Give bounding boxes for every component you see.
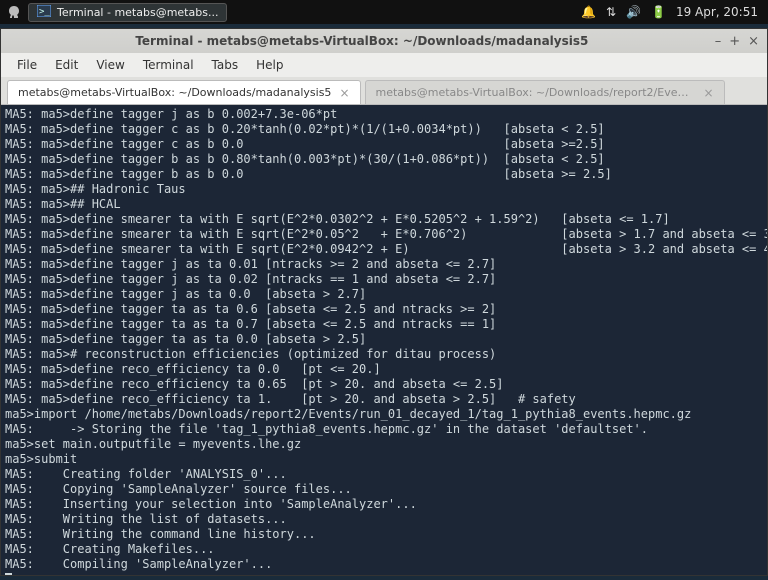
terminal-line: MA5: ma5>define tagger b as b 0.0 [abset…	[5, 167, 763, 182]
terminal-window: Terminal - metabs@metabs-VirtualBox: ~/D…	[0, 28, 768, 576]
tab-bar: metabs@metabs-VirtualBox: ~/Downloads/ma…	[1, 77, 767, 105]
window-title: Terminal - metabs@metabs-VirtualBox: ~/D…	[9, 34, 715, 48]
terminal-line: MA5: Inserting your selection into 'Samp…	[5, 497, 763, 512]
terminal-line: MA5: Copying 'SampleAnalyzer' source fil…	[5, 482, 763, 497]
tab-label: metabs@metabs-VirtualBox: ~/Downloads/ma…	[18, 86, 331, 99]
terminal-line: MA5: Creating Makefiles...	[5, 542, 763, 557]
terminal-line: MA5: ma5>## Hadronic Taus	[5, 182, 763, 197]
terminal-line: MA5: ma5>define tagger j as b 0.002+7.3e…	[5, 107, 763, 122]
tab-close-icon[interactable]: ×	[703, 86, 713, 100]
app-menu-icon[interactable]	[6, 4, 22, 20]
terminal-line: MA5: ma5>define tagger j as ta 0.0 [abse…	[5, 287, 763, 302]
terminal-line: MA5: ma5># reconstruction efficiencies (…	[5, 347, 763, 362]
window-maximize-button[interactable]: +	[729, 34, 740, 49]
terminal-icon: >_	[37, 5, 51, 20]
terminal-line: MA5: ma5>define reco_efficiency ta 0.0 […	[5, 362, 763, 377]
volume-icon[interactable]: 🔊	[626, 5, 641, 19]
terminal-line: MA5: ma5>define tagger c as b 0.0 [abset…	[5, 137, 763, 152]
battery-icon[interactable]: 🔋	[651, 5, 666, 19]
menu-view[interactable]: View	[88, 56, 132, 74]
terminal-line: ma5>submit	[5, 452, 763, 467]
terminal-line: MA5: Creating folder 'ANALYSIS_0'...	[5, 467, 763, 482]
terminal-line: MA5: ma5>define tagger ta as ta 0.7 [abs…	[5, 317, 763, 332]
terminal-line: MA5: ma5>define tagger ta as ta 0.6 [abs…	[5, 302, 763, 317]
menu-tabs[interactable]: Tabs	[204, 56, 247, 74]
window-minimize-button[interactable]: –	[715, 34, 722, 49]
terminal-line: MA5: ma5>define smearer ta with E sqrt(E…	[5, 227, 763, 242]
terminal-line: MA5: Compiling 'SampleAnalyzer'...	[5, 557, 763, 572]
tab-inactive[interactable]: metabs@metabs-VirtualBox: ~/Downloads/re…	[365, 80, 725, 104]
terminal-line: MA5: ma5>define smearer ta with E sqrt(E…	[5, 242, 763, 257]
terminal-line: MA5: ma5>## HCAL	[5, 197, 763, 212]
terminal-line: MA5: ma5>define reco_efficiency ta 1. [p…	[5, 392, 763, 407]
clock[interactable]: 19 Apr, 20:51	[676, 5, 758, 19]
bell-icon[interactable]: 🔔	[581, 5, 596, 19]
terminal-line: MA5: Writing the list of datasets...	[5, 512, 763, 527]
menu-bar: File Edit View Terminal Tabs Help	[1, 53, 767, 77]
network-icon[interactable]: ⇅	[606, 5, 616, 19]
taskbar-button-label: Terminal - metabs@metabs...	[57, 6, 218, 19]
terminal-line: MA5: ma5>define tagger b as b 0.80*tanh(…	[5, 152, 763, 167]
terminal-line: MA5: ma5>define smearer ta with E sqrt(E…	[5, 212, 763, 227]
terminal-cursor-line	[5, 572, 763, 575]
tab-close-icon[interactable]: ×	[339, 86, 349, 100]
svg-text:>_: >_	[39, 7, 50, 17]
menu-file[interactable]: File	[9, 56, 45, 74]
menu-terminal[interactable]: Terminal	[135, 56, 202, 74]
terminal-output[interactable]: MA5: ma5>define tagger j as b 0.002+7.3e…	[1, 105, 767, 575]
taskbar-button-terminal[interactable]: >_ Terminal - metabs@metabs...	[28, 3, 227, 22]
terminal-line: MA5: ma5>define tagger j as ta 0.01 [ntr…	[5, 257, 763, 272]
tab-label: metabs@metabs-VirtualBox: ~/Downloads/re…	[376, 86, 696, 99]
cursor	[5, 573, 12, 575]
terminal-line: MA5: ma5>define tagger c as b 0.20*tanh(…	[5, 122, 763, 137]
window-close-button[interactable]: ×	[748, 34, 759, 49]
terminal-line: MA5: ma5>define tagger ta as ta 0.0 [abs…	[5, 332, 763, 347]
terminal-line: MA5: Writing the command line history...	[5, 527, 763, 542]
terminal-line: ma5>set main.outputfile = myevents.lhe.g…	[5, 437, 763, 452]
desktop: >_ Terminal - metabs@metabs... 🔔 ⇅ 🔊 🔋 1…	[0, 0, 768, 580]
terminal-line: ma5>import /home/metabs/Downloads/report…	[5, 407, 763, 422]
menu-help[interactable]: Help	[248, 56, 291, 74]
terminal-line: MA5: ma5>define tagger j as ta 0.02 [ntr…	[5, 272, 763, 287]
terminal-line: MA5: -> Storing the file 'tag_1_pythia8_…	[5, 422, 763, 437]
menu-edit[interactable]: Edit	[47, 56, 86, 74]
desktop-top-panel: >_ Terminal - metabs@metabs... 🔔 ⇅ 🔊 🔋 1…	[0, 0, 768, 24]
window-titlebar[interactable]: Terminal - metabs@metabs-VirtualBox: ~/D…	[1, 29, 767, 53]
terminal-line: MA5: ma5>define reco_efficiency ta 0.65 …	[5, 377, 763, 392]
tab-active[interactable]: metabs@metabs-VirtualBox: ~/Downloads/ma…	[7, 80, 361, 104]
